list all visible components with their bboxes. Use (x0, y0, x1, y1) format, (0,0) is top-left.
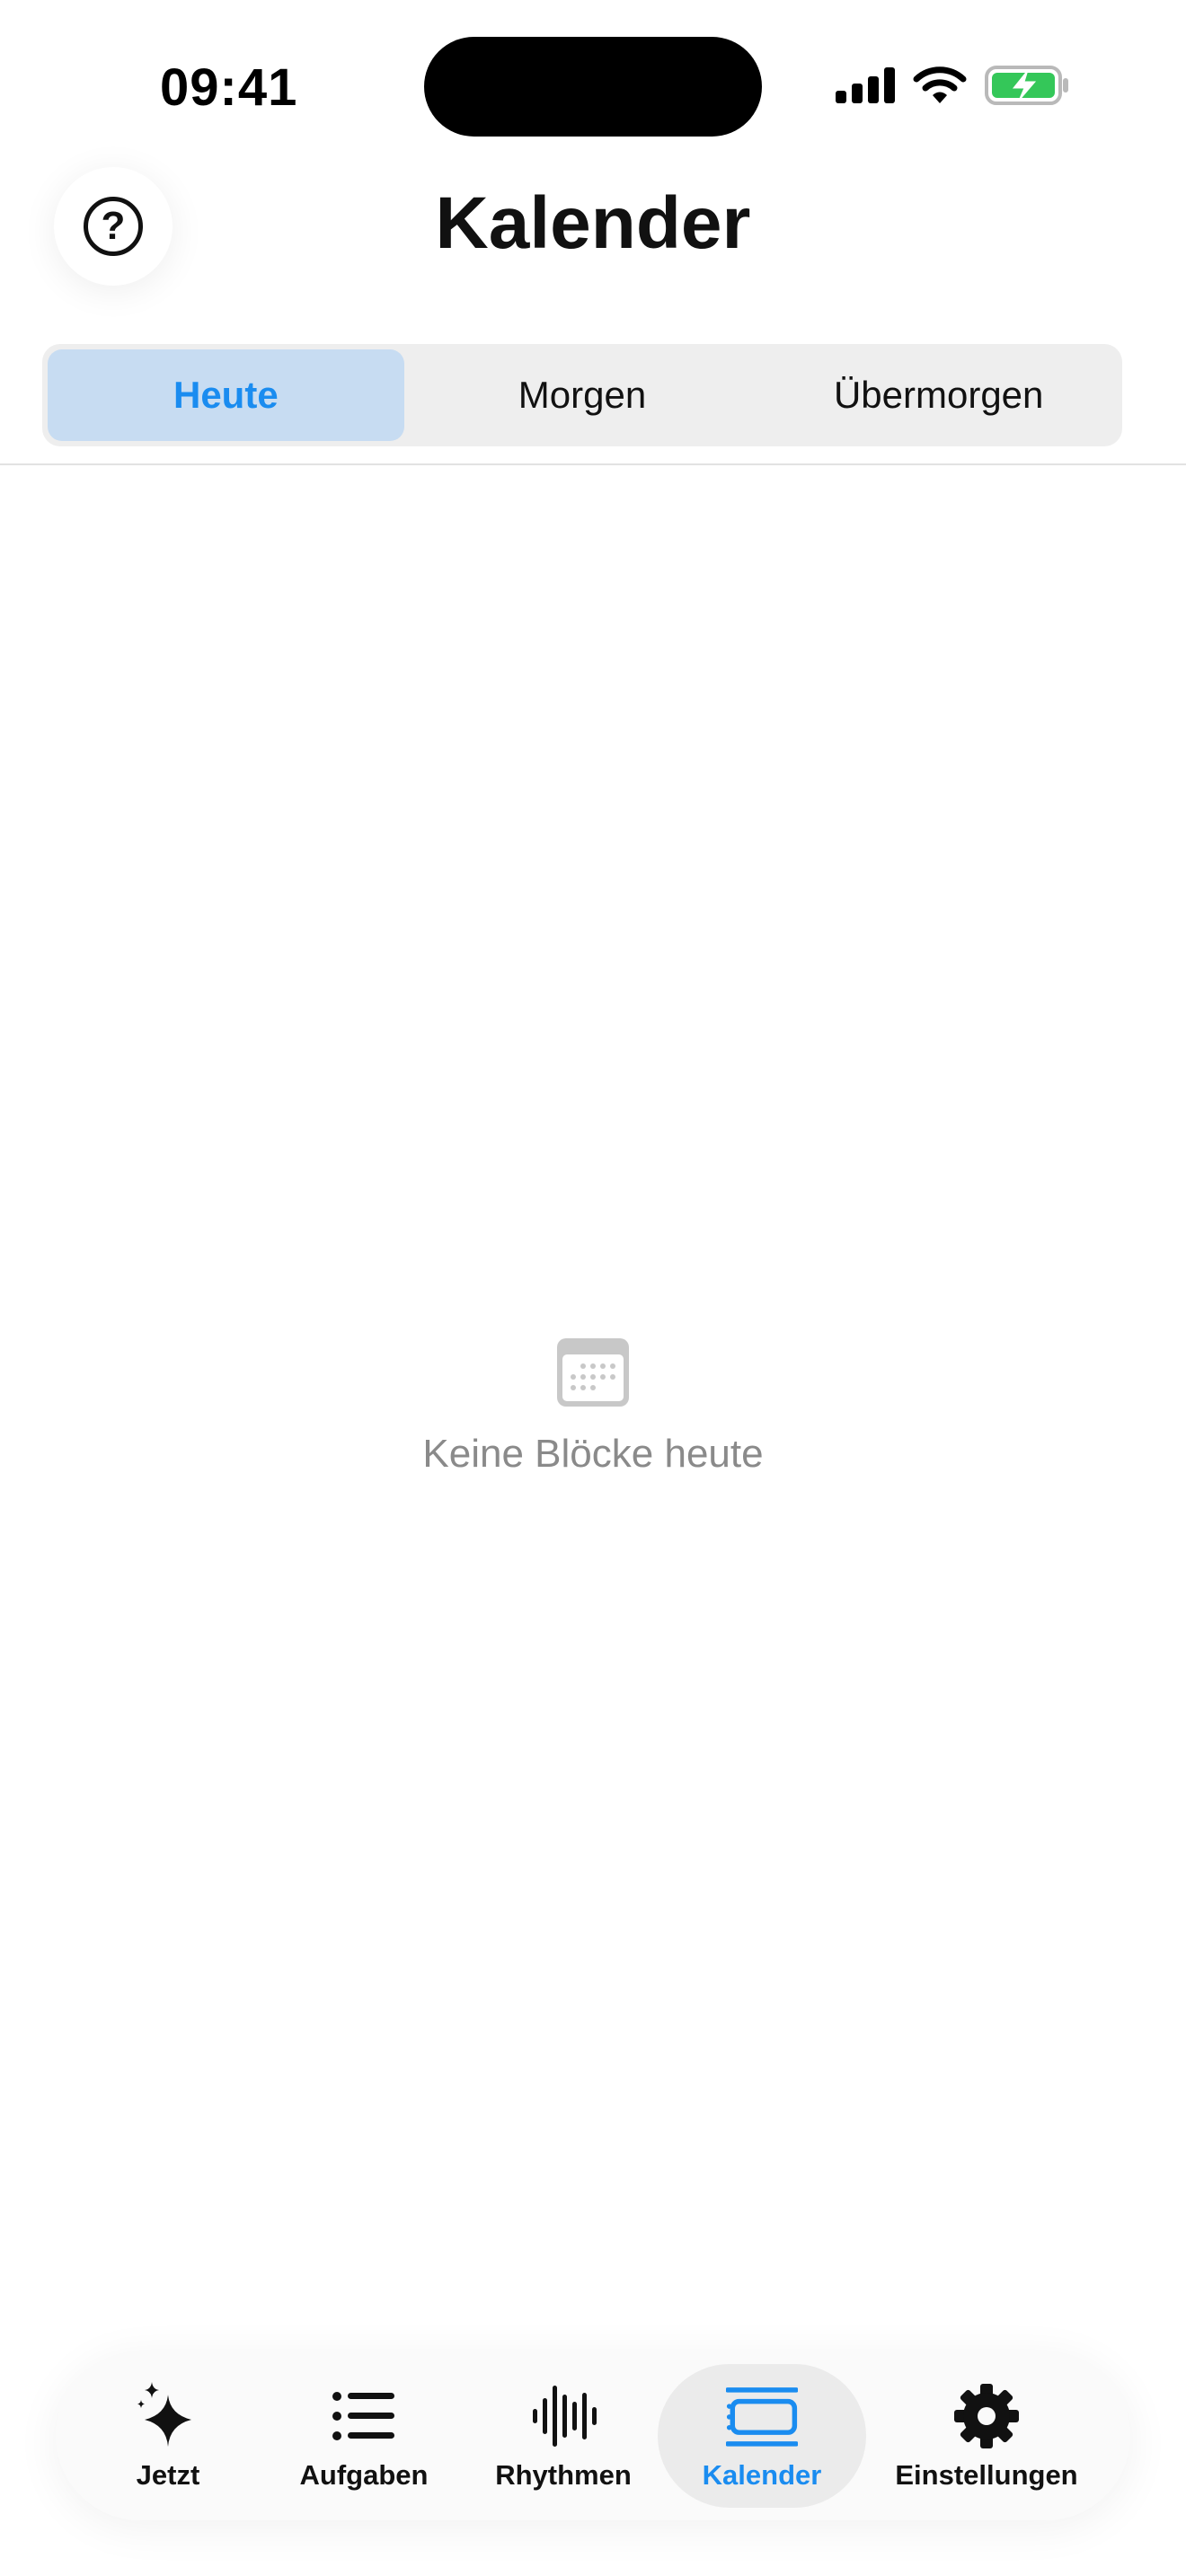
tab-bar: Jetzt Aufgaben Rhythmen Kalender Einstel… (56, 2351, 1130, 2520)
battery-charging-icon (985, 66, 1068, 105)
tab-aufgaben[interactable]: Aufgaben (288, 2364, 440, 2508)
empty-state: Keine Blöcke heute (0, 1337, 1186, 1477)
dynamic-island (424, 37, 762, 137)
tab-label: Aufgaben (299, 2459, 429, 2491)
page-title: Kalender (435, 182, 751, 264)
tab-rhythmen[interactable]: Rhythmen (487, 2364, 640, 2508)
wifi-icon (913, 66, 967, 103)
tab-einstellungen[interactable]: Einstellungen (882, 2364, 1091, 2508)
tab-kalender[interactable]: Kalender (658, 2364, 866, 2508)
sparkles-icon (132, 2380, 204, 2452)
segment-morgen[interactable]: Morgen (404, 349, 761, 441)
calendar-icon (557, 1338, 629, 1407)
gear-icon (951, 2380, 1022, 2452)
day-segmented-control: Heute Morgen Übermorgen (42, 344, 1122, 446)
tab-jetzt[interactable]: Jetzt (101, 2364, 235, 2508)
status-icons (836, 63, 1071, 108)
cellular-signal-icon (836, 67, 895, 103)
header-divider (0, 463, 1186, 465)
list-icon (328, 2380, 400, 2452)
tab-label: Rhythmen (495, 2459, 632, 2491)
status-time: 09:41 (160, 58, 298, 117)
tab-label: Jetzt (136, 2459, 200, 2491)
calendar-blocks-icon (726, 2380, 798, 2452)
waveform-icon (527, 2380, 599, 2452)
segment-uebermorgen[interactable]: Übermorgen (760, 349, 1117, 441)
status-bar: 09:41 (0, 0, 1186, 171)
tab-label: Einstellungen (895, 2459, 1078, 2491)
tab-label: Kalender (702, 2459, 822, 2491)
segment-heute[interactable]: Heute (48, 349, 404, 441)
empty-state-text: Keine Blöcke heute (422, 1432, 764, 1476)
